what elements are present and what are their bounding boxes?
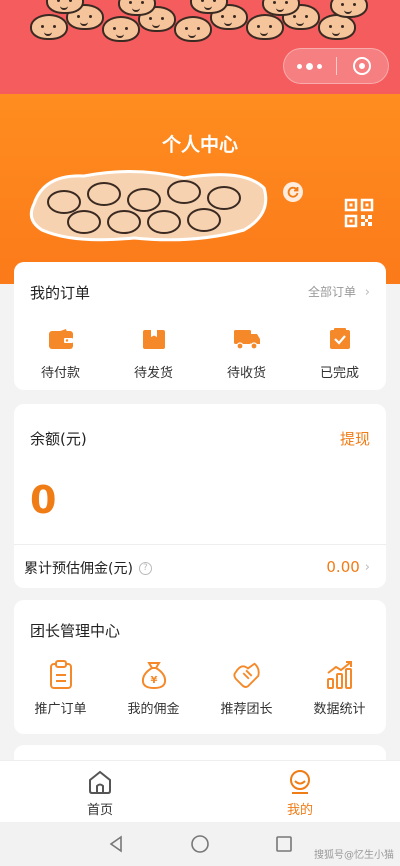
commission-value[interactable]: 0.00 › — [326, 558, 370, 576]
more-dots-icon[interactable] — [284, 49, 336, 83]
sticker-decoration — [30, 14, 68, 40]
sticker-overlay — [30, 0, 370, 46]
bottom-tab-bar: 首页 我的 — [0, 760, 400, 822]
my-orders-card: 我的订单 全部订单 › 待付款 待发货 待收货 已完成 — [14, 262, 386, 390]
truck-icon — [232, 324, 262, 354]
profile-header: 个人中心 — [0, 94, 400, 284]
bar-chart-icon — [325, 660, 355, 690]
orders-title: 我的订单 — [30, 284, 91, 302]
watermark: 搜狐号@忆生小猫 — [314, 850, 394, 861]
order-pending-shipment[interactable]: 待发货 — [107, 324, 200, 381]
sticker-decoration — [102, 16, 140, 42]
mini-program-capsule — [283, 48, 389, 84]
sticker-decoration — [174, 16, 212, 42]
back-triangle-icon[interactable] — [74, 835, 158, 853]
sticker-decoration — [330, 0, 368, 18]
home-icon — [89, 770, 111, 794]
help-icon[interactable]: ? — [138, 561, 152, 575]
handshake-icon — [232, 660, 262, 690]
check-box-icon — [325, 324, 355, 354]
leader-center-card: 团长管理中心 推广订单 ¥ 我的佣金 推荐团长 数据统计 — [14, 600, 386, 734]
my-commission[interactable]: ¥ 我的佣金 — [107, 660, 200, 717]
all-orders-link[interactable]: 全部订单 › — [308, 283, 370, 300]
page-title: 个人中心 — [161, 134, 238, 156]
chevron-right-icon: › — [364, 285, 370, 300]
profile-icon — [290, 770, 310, 794]
balance-title: 余额(元) — [30, 430, 87, 448]
redacted-profile-sticker — [29, 169, 268, 242]
divider — [14, 544, 386, 545]
data-statistics[interactable]: 数据统计 — [293, 660, 386, 717]
qr-code-icon[interactable] — [344, 198, 374, 228]
balance-card: 余额(元) 提现 0 累计预估佣金(元) ? 0.00 › — [14, 404, 386, 588]
svg-text:¥: ¥ — [150, 675, 157, 686]
order-pending-payment[interactable]: 待付款 — [14, 324, 107, 381]
commission-label: 累计预估佣金(元) ? — [24, 558, 152, 578]
target-close-icon[interactable] — [336, 49, 388, 83]
wallet-icon — [46, 324, 76, 354]
refresh-icon[interactable] — [283, 182, 303, 202]
sticker-decoration — [246, 14, 284, 40]
tab-mine[interactable]: 我的 — [200, 761, 400, 822]
withdraw-button[interactable]: 提现 — [340, 428, 370, 449]
balance-amount: 0 — [30, 478, 57, 522]
leader-title: 团长管理中心 — [30, 622, 121, 640]
recommend-leader[interactable]: 推荐团长 — [200, 660, 293, 717]
top-bar — [0, 0, 400, 94]
order-completed[interactable]: 已完成 — [293, 324, 386, 381]
tab-home[interactable]: 首页 — [0, 761, 200, 822]
package-icon — [139, 324, 169, 354]
home-circle-icon[interactable] — [158, 834, 242, 854]
chevron-right-icon: › — [364, 559, 370, 575]
order-pending-receipt[interactable]: 待收货 — [200, 324, 293, 381]
promotion-orders[interactable]: 推广订单 — [14, 660, 107, 717]
money-bag-icon: ¥ — [139, 660, 169, 690]
clipboard-icon — [46, 660, 76, 690]
